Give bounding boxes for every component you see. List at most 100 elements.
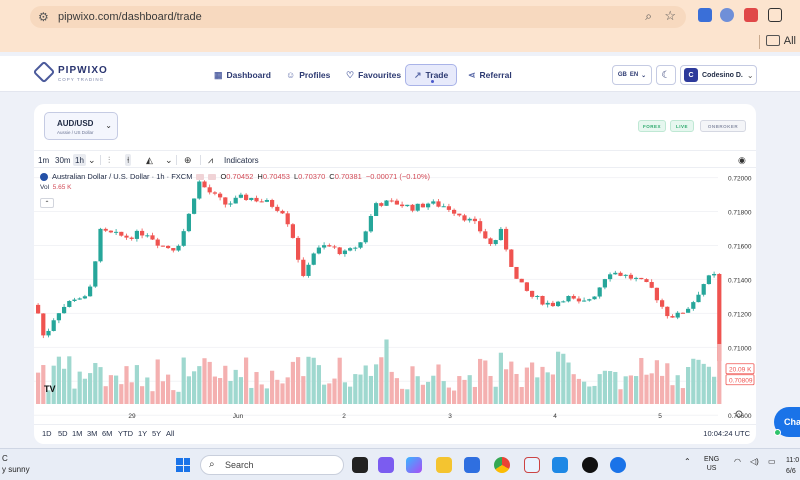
period-5y[interactable]: 5Y xyxy=(152,429,161,438)
nav-favourites[interactable]: ♡ Favourites xyxy=(338,64,409,86)
vscode-icon[interactable] xyxy=(552,457,568,473)
nav-dashboard[interactable]: ▦ Dashboard xyxy=(206,64,279,86)
volume-bar xyxy=(550,374,555,404)
extension-icon-3[interactable] xyxy=(744,8,758,22)
nav-trade[interactable]: ↗ Trade xyxy=(405,64,458,86)
bookmark-star-icon[interactable]: ☆ xyxy=(664,8,676,24)
period-5d[interactable]: 5D xyxy=(58,429,68,438)
pair-selector[interactable]: AUD/USD Aussie / US Dollar ⌄ xyxy=(44,112,118,140)
y-tick-label: 0.71200 xyxy=(728,311,752,318)
volume-bar xyxy=(602,370,607,404)
zoom-icon[interactable]: ⌕ xyxy=(645,9,652,24)
wifi-icon[interactable]: ◠ xyxy=(734,457,741,466)
legend-settings-icon[interactable] xyxy=(208,173,217,180)
folder-icon[interactable] xyxy=(766,35,780,46)
period-1d[interactable]: 1D xyxy=(42,429,52,438)
all-bookmarks-label[interactable]: All xyxy=(784,35,796,47)
chat-online-dot xyxy=(774,429,781,436)
volume-bar xyxy=(519,387,524,404)
chevron-down-icon: ⌄ xyxy=(641,72,647,79)
candle-body xyxy=(467,218,472,221)
candle-body xyxy=(212,192,217,194)
volume-bar xyxy=(233,369,238,404)
meet-icon[interactable] xyxy=(378,457,394,473)
app-icon[interactable] xyxy=(582,457,598,473)
snipping-tool-icon[interactable] xyxy=(524,457,540,473)
theme-toggle-moon-icon[interactable]: ☾ xyxy=(656,65,676,85)
candle-body xyxy=(316,247,321,254)
period-1y[interactable]: 1Y xyxy=(138,429,147,438)
volume-icon[interactable]: ◁) xyxy=(750,457,759,466)
tradingview-logo-icon[interactable]: TV xyxy=(44,384,56,394)
language-selector[interactable]: GB EN ⌄ xyxy=(612,65,652,85)
candle-body xyxy=(613,272,618,275)
period-all[interactable]: All xyxy=(166,429,174,438)
volume-bar xyxy=(337,357,342,404)
task-view-icon[interactable] xyxy=(352,457,368,473)
candle-body xyxy=(587,299,592,301)
share-icon: ⋖ xyxy=(468,69,476,80)
candle-body xyxy=(472,218,477,222)
volume-bar xyxy=(108,375,113,404)
site-info-icon[interactable]: ⚙ xyxy=(38,10,49,24)
volume-bar xyxy=(270,370,275,404)
battery-icon[interactable]: ▭ xyxy=(768,457,776,466)
weather-widget[interactable]: C y sunny xyxy=(2,453,30,475)
browser-toolbar: ⚙ pipwixo.com/dashboard/trade ⌕ ☆ xyxy=(0,0,800,32)
volume-bar xyxy=(228,380,233,404)
bookmarks-bar: All xyxy=(0,32,800,52)
extension-icon-1[interactable] xyxy=(698,8,712,22)
volume-bar xyxy=(384,339,389,404)
input-language[interactable]: ENG US xyxy=(704,455,719,473)
heart-icon: ♡ xyxy=(346,69,355,80)
user-menu[interactable]: C Codesino D. ⌄ xyxy=(680,65,757,85)
windows-start-icon[interactable] xyxy=(176,458,190,472)
volume-bar xyxy=(556,351,561,404)
legend-eye-icon[interactable] xyxy=(196,173,205,180)
trade-card: AUD/USD Aussie / US Dollar ⌄ FOREX LIVE … xyxy=(34,104,756,444)
extension-icon-2[interactable] xyxy=(720,8,734,22)
candle-body xyxy=(171,248,176,251)
candle-body xyxy=(140,230,145,236)
candle-body xyxy=(691,302,696,309)
volume-bar xyxy=(587,386,592,404)
volume-bar xyxy=(717,343,722,404)
candle-body xyxy=(348,248,353,251)
period-3m[interactable]: 3M xyxy=(87,429,97,438)
copilot-icon[interactable] xyxy=(406,457,422,473)
market-forex-badge[interactable]: FOREX xyxy=(638,120,666,132)
chevron-up-icon[interactable]: ⌃ xyxy=(684,457,691,466)
period-ytd[interactable]: YTD xyxy=(118,429,133,438)
candle-body xyxy=(238,194,243,198)
candle-body xyxy=(264,200,269,202)
file-explorer-icon[interactable] xyxy=(436,457,452,473)
browser-icon[interactable] xyxy=(610,457,626,473)
system-clock[interactable]: 11:0 6/6 xyxy=(786,455,799,477)
address-bar[interactable]: ⚙ pipwixo.com/dashboard/trade ⌕ ☆ xyxy=(30,6,686,28)
market-live-badge[interactable]: LIVE xyxy=(670,120,694,132)
volume-bar xyxy=(691,358,696,404)
volume-bar xyxy=(712,376,717,404)
collapse-legend-chevron-up-icon[interactable]: ⌃ xyxy=(40,198,54,208)
chrome-icon[interactable] xyxy=(494,457,510,473)
period-1m[interactable]: 1M xyxy=(72,429,82,438)
candle-body xyxy=(675,312,680,318)
volume-bar xyxy=(124,366,129,404)
candle-body xyxy=(566,295,571,302)
candle-body xyxy=(639,277,644,280)
store-icon[interactable] xyxy=(464,457,480,473)
volume-bar xyxy=(72,388,77,404)
volume-bar xyxy=(389,371,394,404)
taskbar-search[interactable]: ⌕ Search xyxy=(200,455,344,475)
nav-referral[interactable]: ⋖ Referral xyxy=(460,64,520,86)
candle-body xyxy=(244,194,249,200)
period-6m[interactable]: 6M xyxy=(102,429,112,438)
price-chart[interactable]: 0.72000 0.71800 0.71600 0.71400 0.71200 0.710… xyxy=(34,164,756,422)
candle-body xyxy=(431,201,436,204)
volume-bar xyxy=(498,352,503,404)
market-onbroker-badge[interactable]: ONBROKER xyxy=(700,120,746,132)
nav-profiles[interactable]: ☺ Profiles xyxy=(278,64,338,86)
extensions-puzzle-icon[interactable] xyxy=(768,8,782,22)
candle-body xyxy=(400,204,405,207)
volume-bar xyxy=(472,386,477,404)
